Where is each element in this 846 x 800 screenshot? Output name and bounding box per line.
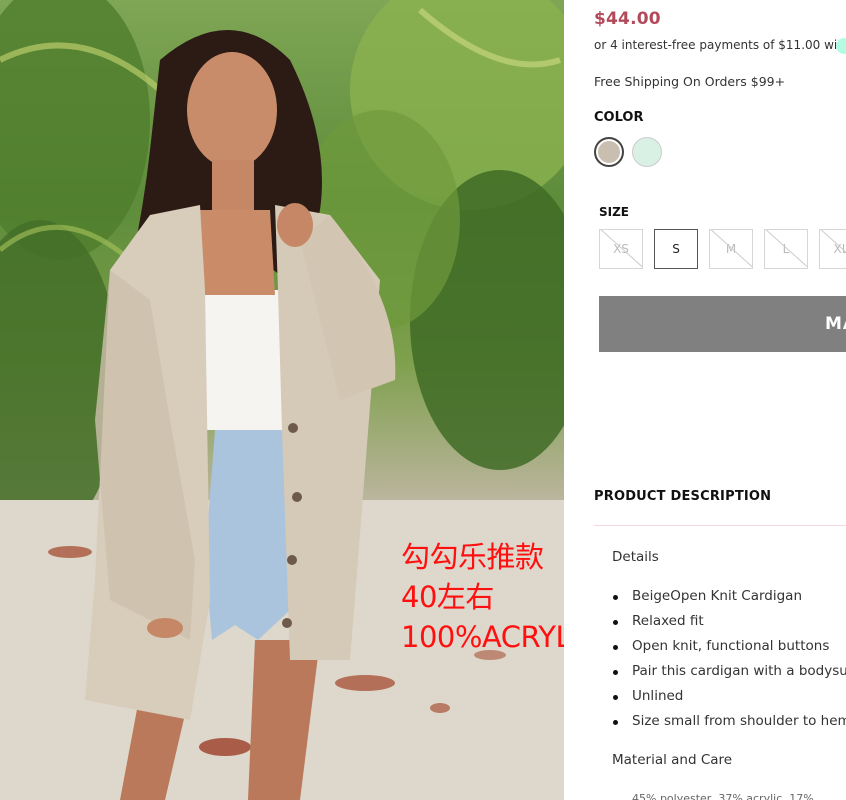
details-label: Details: [612, 549, 659, 565]
overlay-note: 100%ACRYLIC: [401, 620, 564, 654]
material-line: 45% polyester, 37% acrylic, 17%: [632, 792, 814, 800]
list-item: Unlined: [612, 688, 846, 713]
list-item: Open knit, functional buttons: [612, 638, 846, 663]
product-description-heading[interactable]: PRODUCT DESCRIPTION: [594, 489, 771, 504]
list-item: Pair this cardigan with a bodysu: [612, 663, 846, 688]
size-option-s[interactable]: S: [654, 229, 698, 269]
afterpay-logo-icon[interactable]: [836, 38, 846, 54]
material-care-label: Material and Care: [612, 752, 733, 768]
color-label: COLOR: [594, 110, 644, 125]
overlay-note: 40左右: [401, 580, 494, 614]
color-swatch-mint[interactable]: [632, 137, 662, 167]
installment-text: or 4 interest-free payments of $11.00 wi…: [594, 38, 846, 52]
size-option-l[interactable]: L: [764, 229, 808, 269]
size-option-xs[interactable]: XS: [599, 229, 643, 269]
product-price: $44.00: [594, 9, 661, 29]
add-to-cart-label: MA: [825, 314, 846, 334]
product-info-panel: $44.00 or 4 interest-free payments of $1…: [564, 0, 846, 800]
list-item: BeigeOpen Knit Cardigan: [612, 588, 846, 613]
size-option-xl[interactable]: XL: [819, 229, 846, 269]
shipping-note: Free Shipping On Orders $99+: [594, 74, 786, 89]
divider: [594, 525, 846, 526]
details-list: BeigeOpen Knit Cardigan Relaxed fit Open…: [612, 588, 846, 738]
overlay-notes: 勾勾乐推款 40左右 100%ACRYLIC: [401, 537, 564, 657]
product-image: 勾勾乐推款 40左右 100%ACRYLIC: [0, 0, 564, 800]
overlay-note: 勾勾乐推款: [401, 540, 544, 574]
size-option-m[interactable]: M: [709, 229, 753, 269]
size-label: SIZE: [599, 205, 630, 219]
color-swatch-beige[interactable]: [594, 137, 624, 167]
add-to-cart-button[interactable]: MA: [599, 296, 846, 352]
list-item: Size small from shoulder to hem: [612, 713, 846, 738]
list-item: Relaxed fit: [612, 613, 846, 638]
product-photo-illustration: [0, 0, 564, 800]
